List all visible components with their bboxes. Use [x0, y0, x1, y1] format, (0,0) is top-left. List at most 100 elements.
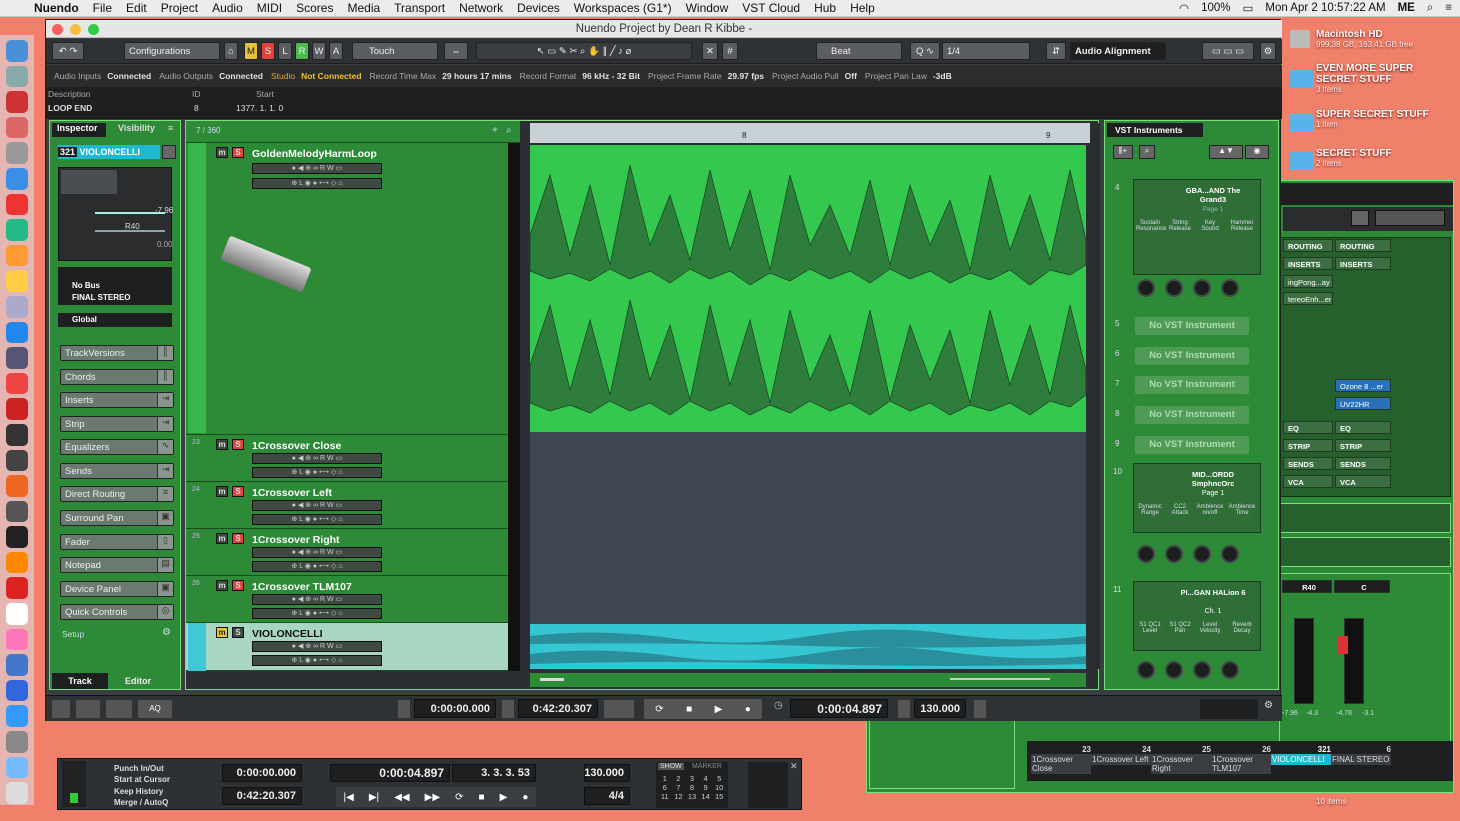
launchpad-dock-icon[interactable] — [6, 65, 28, 88]
instrument-slot[interactable]: MID...ORDD SmphncOrc Page 1 Dynamic Rang… — [1133, 463, 1261, 533]
transport-controls[interactable]: ⟳ ■ ▶ ● — [644, 699, 762, 719]
primary-time-display[interactable]: 0:00:04.897 — [330, 764, 450, 782]
mini-transport-controls[interactable]: |◀ ▶| ◀◀ ▶▶ ⟳ ■ ▶ ● — [336, 787, 536, 807]
eq-header[interactable]: EQ — [1283, 421, 1333, 434]
position-display[interactable]: 0:00:04.897 — [790, 699, 888, 718]
menu-help[interactable]: Help — [850, 1, 875, 15]
marker-button[interactable]: 8 — [685, 783, 699, 792]
app-dock-icon[interactable] — [6, 654, 28, 676]
notification-center-icon[interactable]: ≡ — [1445, 2, 1452, 14]
folder-icon[interactable] — [1289, 70, 1313, 88]
strip-section[interactable]: Strip ⇥ — [60, 416, 174, 432]
track-controls-row[interactable]: ⊕ L ◉ ● ⟷ ◇ ⌂ — [252, 178, 382, 189]
locator-arrows-icon[interactable] — [604, 700, 634, 718]
edit-channel-icon[interactable] — [162, 145, 176, 159]
tempo-display[interactable]: 130.000 — [914, 699, 966, 718]
sends-header[interactable]: SENDS — [1335, 457, 1391, 470]
app-dock-icon[interactable] — [6, 347, 28, 369]
fader-handle[interactable] — [1338, 636, 1348, 654]
quick-control-knob[interactable] — [1137, 661, 1155, 679]
empty-instrument-slot[interactable]: No VST Instrument — [1135, 436, 1249, 454]
menubar-user[interactable]: ME — [1398, 2, 1415, 14]
desktop-item[interactable]: Macintosh HD 999.38 GB, 163.41 GB free — [1316, 29, 1413, 49]
play-icon[interactable]: ▶ — [715, 704, 723, 715]
menu-audio[interactable]: Audio — [212, 1, 243, 15]
channel-label[interactable]: 23 1Crossover Close — [1031, 745, 1091, 775]
secondary-time-display[interactable]: 3. 3. 3. 53 — [452, 764, 536, 782]
quick-control-knob[interactable] — [1165, 545, 1183, 563]
safari-dock-icon[interactable] — [6, 167, 28, 190]
track-tab[interactable]: Track — [52, 673, 108, 689]
app-store-dock-icon[interactable] — [6, 705, 28, 728]
mute-button[interactable]: m — [216, 533, 228, 544]
track-controls-row[interactable]: ● ◀ ⊕ ∞ R W ▭ — [252, 500, 382, 511]
visibility-tab[interactable]: Visibility — [118, 123, 155, 133]
global-button[interactable]: Global — [58, 313, 172, 327]
app-dock-icon[interactable] — [6, 449, 28, 472]
channel-fader[interactable] — [1344, 618, 1364, 704]
app-dock-icon[interactable] — [6, 551, 28, 574]
device-panel-section[interactable]: Device Panel ▣ — [60, 581, 174, 597]
folder-icon[interactable] — [1289, 114, 1313, 132]
mute-button[interactable]: m — [216, 486, 228, 497]
solo-button[interactable]: S — [232, 533, 244, 544]
routing-header[interactable]: ROUTING — [1335, 239, 1391, 252]
app-dock-icon[interactable] — [6, 500, 28, 523]
solo-button[interactable]: S — [232, 486, 244, 497]
photos-dock-icon[interactable] — [6, 628, 28, 651]
marker-button[interactable]: 1 — [658, 774, 672, 783]
app-dock-icon[interactable] — [6, 577, 28, 600]
menu-network[interactable]: Network — [459, 1, 503, 15]
menu-media[interactable]: Media — [347, 1, 380, 15]
pan-law-value[interactable]: -3dB — [933, 71, 952, 81]
finder-dock-icon[interactable] — [6, 40, 28, 62]
audio-pull-value[interactable]: Off — [845, 71, 857, 81]
vertical-scrollbar[interactable] — [1090, 123, 1100, 669]
empty-instrument-slot[interactable]: No VST Instrument — [1135, 406, 1249, 424]
fast-forward-icon[interactable]: ▶▶ — [425, 792, 440, 803]
fader-section[interactable]: Fader ▯ — [60, 534, 174, 550]
menu-devices[interactable]: Devices — [517, 1, 560, 15]
record-mode-icon[interactable] — [76, 700, 100, 718]
mute-button[interactable]: m — [216, 439, 228, 450]
instrument-slot[interactable]: PI...GAN HALion 6 Ch. 1 S1 QC1 Level S1 … — [1133, 581, 1261, 651]
audio-alignment-icon[interactable]: ⇵ — [1046, 42, 1066, 60]
quick-control-knob[interactable] — [1221, 545, 1239, 563]
track-controls-row[interactable]: ● ◀ ⊕ ∞ R W ▭ — [252, 641, 382, 652]
constrain-delay-icon[interactable] — [52, 700, 70, 718]
marker-button[interactable]: 7 — [672, 783, 686, 792]
instrument-slot[interactable]: GBA...AND The Grand3 Page 1 Sustain Reso… — [1133, 179, 1261, 275]
go-to-end-icon[interactable]: ▶| — [369, 792, 379, 803]
battery-icon[interactable]: ▭ — [1243, 1, 1254, 15]
desktop-item[interactable]: SECRET STUFF 2 items — [1316, 148, 1392, 168]
transport-settings-icon[interactable]: ⚙ — [1264, 700, 1278, 718]
pan-value[interactable]: C — [1334, 580, 1390, 593]
grid-icon[interactable]: # — [722, 42, 738, 60]
instrument-name[interactable]: PI...GAN HALion 6 — [1178, 588, 1248, 597]
show-button[interactable]: SHOW — [658, 763, 684, 770]
snap-icon[interactable]: ✕ — [702, 42, 718, 60]
selected-track-header[interactable]: 321 VIOLONCELLI — [58, 145, 160, 159]
cycle-icon[interactable]: ⟳ — [455, 792, 463, 803]
insert-slot[interactable]: tereoEnh...er — [1283, 292, 1333, 305]
track-header[interactable]: 23 m S 1Crossover Close ● ◀ ⊕ ∞ R W ▭ ⊕ … — [186, 435, 520, 482]
menu-vst-cloud[interactable]: VST Cloud — [742, 1, 800, 15]
marker-button[interactable]: 5 — [712, 774, 726, 783]
track-name[interactable]: GoldenMelodyHarmLoop — [252, 148, 377, 160]
minimize-button[interactable] — [70, 24, 81, 35]
marker-button[interactable]: 12 — [672, 792, 686, 801]
right-locator-display[interactable]: 0:42:20.307 — [518, 699, 598, 718]
search-tracks-icon[interactable]: ⌕ — [506, 125, 512, 136]
track-controls-row[interactable]: ● ◀ ⊕ ∞ R W ▭ — [252, 594, 382, 605]
up-down-arrows-icon[interactable]: ▲▼ — [1209, 145, 1243, 159]
calendar-dock-icon[interactable] — [6, 603, 28, 625]
empty-event-area[interactable] — [530, 432, 1086, 624]
menu-app-name[interactable]: Nuendo — [34, 1, 79, 15]
menu-project[interactable]: Project — [161, 1, 198, 15]
record-icon[interactable]: ● — [745, 704, 751, 715]
channel-fader[interactable] — [1294, 618, 1314, 704]
strip-header[interactable]: STRIP — [1335, 439, 1391, 452]
menu-scores[interactable]: Scores — [296, 1, 333, 15]
track-controls-row[interactable]: ● ◀ ⊕ ∞ R W ▭ — [252, 163, 382, 174]
inspector-menu-icon[interactable]: ≡ — [168, 123, 173, 133]
